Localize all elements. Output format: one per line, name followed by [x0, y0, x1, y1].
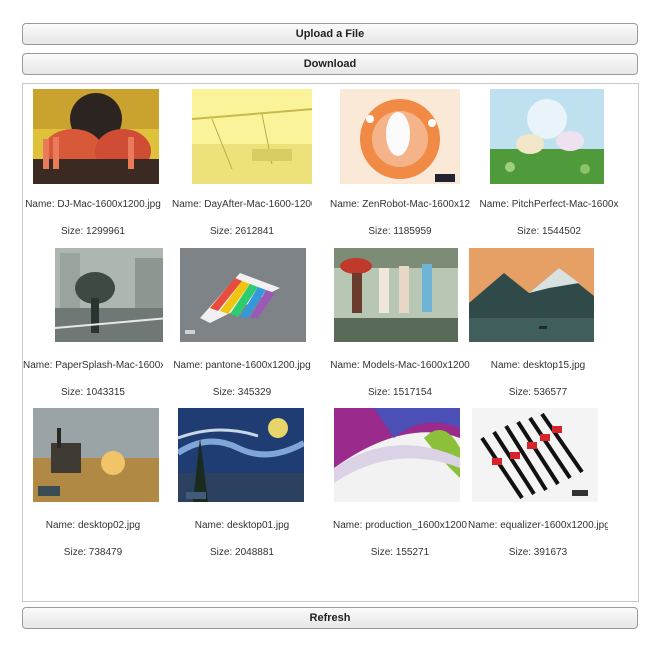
gallery-item[interactable]: Name: desktop15.jpg Size: 536577 — [468, 248, 608, 408]
image-size: Size: 1299961 — [61, 226, 125, 237]
thumbnail-models-mac[interactable] — [334, 248, 458, 342]
image-name: Name: PitchPerfect-Mac-1600x — [479, 199, 619, 210]
image-size: Size: 1544502 — [517, 226, 581, 237]
gallery-item[interactable]: Name: PaperSplash-Mac-1600x Size: 104331… — [23, 248, 163, 408]
thumbnail-production[interactable] — [334, 408, 460, 502]
image-gallery[interactable]: Name: DJ-Mac-1600x1200.jpg Size: 1299961… — [22, 83, 639, 602]
gallery-item[interactable]: Name: DayAfter-Mac-1600-1200 Size: 26128… — [172, 87, 312, 247]
image-size: Size: 155271 — [370, 547, 430, 558]
thumbnail-desktop15[interactable] — [469, 248, 594, 342]
image-name: Name: production_1600x1200 — [333, 520, 467, 531]
gallery-item[interactable]: Name: ZenRobot-Mac-1600x12 Size: 1185959 — [330, 87, 470, 247]
thumbnail-equalizer[interactable] — [472, 408, 598, 502]
image-name: Name: PaperSplash-Mac-1600x — [23, 360, 163, 371]
image-name: Name: pantone-1600x1200.jpg — [173, 360, 311, 371]
image-name: Name: desktop15.jpg — [490, 360, 586, 371]
image-name: Name: Models-Mac-1600x1200 — [330, 360, 470, 371]
thumbnail-pantone[interactable] — [180, 248, 306, 342]
image-size: Size: 345329 — [212, 387, 272, 398]
image-size: Size: 738479 — [63, 547, 123, 558]
image-size: Size: 1185959 — [368, 226, 432, 237]
download-button[interactable]: Download — [22, 53, 638, 75]
image-size: Size: 1043315 — [61, 387, 125, 398]
image-name: Name: ZenRobot-Mac-1600x12 — [330, 199, 470, 210]
image-size: Size: 2612841 — [210, 226, 274, 237]
image-size: Size: 2048881 — [210, 547, 274, 558]
gallery-item[interactable]: Name: desktop02.jpg Size: 738479 — [23, 408, 163, 568]
image-size: Size: 391673 — [508, 547, 568, 558]
image-size: Size: 1517154 — [368, 387, 432, 398]
image-size: Size: 536577 — [508, 387, 568, 398]
image-name: Name: equalizer-1600x1200.jpg — [468, 520, 608, 531]
image-name: Name: desktop02.jpg — [45, 520, 141, 531]
gallery-item[interactable]: Name: DJ-Mac-1600x1200.jpg Size: 1299961 — [23, 87, 163, 247]
gallery-item[interactable]: Name: PitchPerfect-Mac-1600x Size: 15445… — [479, 87, 619, 247]
image-name: Name: DJ-Mac-1600x1200.jpg — [25, 199, 161, 210]
thumbnail-dj-mac[interactable] — [33, 89, 159, 184]
image-name: Name: desktop01.jpg — [194, 520, 290, 531]
gallery-item[interactable]: Name: equalizer-1600x1200.jpg Size: 3916… — [468, 408, 608, 568]
thumbnail-zenrobot-mac[interactable] — [340, 89, 460, 184]
thumbnail-dayafter-mac[interactable] — [192, 89, 312, 184]
upload-file-button[interactable]: Upload a File — [22, 23, 638, 45]
gallery-item[interactable]: Name: Models-Mac-1600x1200 Size: 1517154 — [330, 248, 470, 408]
thumbnail-desktop01[interactable] — [178, 408, 304, 502]
refresh-button[interactable]: Refresh — [22, 607, 638, 629]
gallery-item[interactable]: Name: production_1600x1200 Size: 155271 — [330, 408, 470, 568]
image-name: Name: DayAfter-Mac-1600-1200 — [172, 199, 312, 210]
gallery-item[interactable]: Name: desktop01.jpg Size: 2048881 — [172, 408, 312, 568]
thumbnail-desktop02[interactable] — [33, 408, 159, 502]
gallery-item[interactable]: Name: pantone-1600x1200.jpg Size: 345329 — [172, 248, 312, 408]
thumbnail-pitchperfect-mac[interactable] — [490, 89, 604, 184]
thumbnail-papersplash-mac[interactable] — [55, 248, 163, 342]
